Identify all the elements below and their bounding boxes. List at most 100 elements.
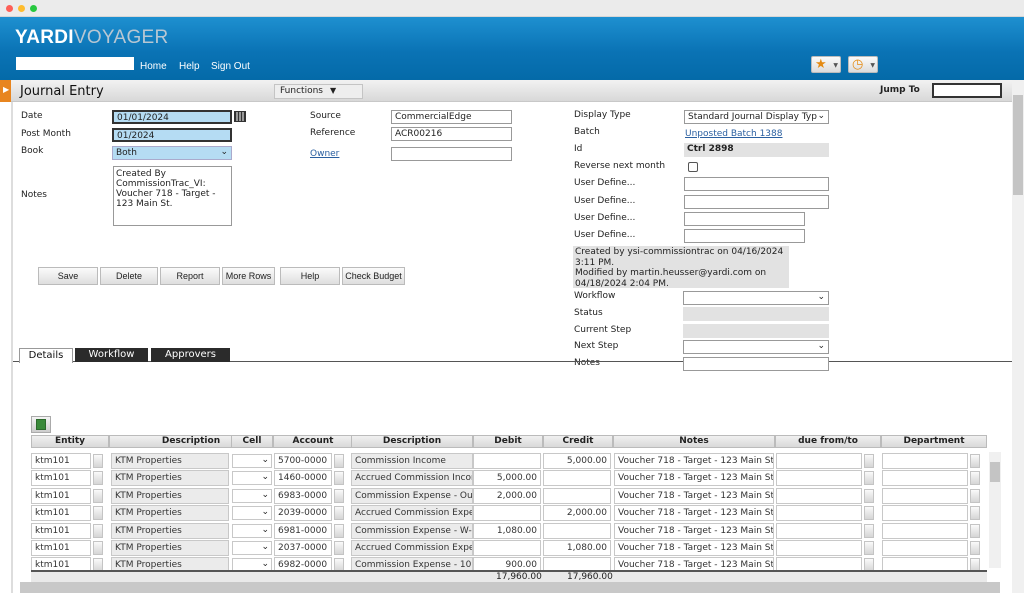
user-define-1-input[interactable] — [684, 177, 829, 191]
notes-input[interactable]: Voucher 718 - Target - 123 Main St. — [614, 522, 774, 539]
column-header[interactable]: Notes — [613, 435, 775, 448]
entity-input[interactable]: ktm101 — [31, 505, 91, 522]
page-scrollbar-thumb[interactable] — [1013, 95, 1023, 195]
credit-input[interactable] — [543, 470, 611, 487]
due-from-to-lookup-button[interactable] — [864, 454, 874, 468]
column-header[interactable]: Department — [881, 435, 987, 448]
cell-select[interactable]: ⌄ — [232, 541, 272, 555]
account-input[interactable]: 2037-0000 — [274, 540, 332, 556]
delete-button[interactable]: Delete — [100, 267, 158, 285]
cell-select[interactable]: ⌄ — [232, 471, 272, 486]
department-input[interactable] — [882, 453, 968, 469]
credit-input[interactable] — [543, 522, 611, 539]
owner-link[interactable]: Owner — [310, 149, 339, 159]
account-lookup-button[interactable] — [334, 523, 344, 538]
credit-input[interactable]: 5,000.00 — [543, 453, 611, 469]
nav-home-link[interactable]: Home — [140, 61, 167, 72]
notes-input[interactable]: Voucher 718 - Target - 123 Main St. — [614, 453, 774, 469]
entity-lookup-button[interactable] — [93, 541, 103, 555]
tab-details[interactable]: Details — [19, 348, 73, 363]
nav-help-link[interactable]: Help — [179, 61, 200, 72]
debit-input[interactable] — [473, 540, 541, 556]
entity-lookup-button[interactable] — [93, 454, 103, 468]
grid-scrollbar-thumb[interactable] — [990, 462, 1000, 482]
department-input[interactable] — [882, 540, 968, 556]
column-header[interactable]: Credit — [543, 435, 613, 448]
department-input[interactable] — [882, 505, 968, 522]
entity-input[interactable]: ktm101 — [31, 470, 91, 487]
due-from-to-lookup-button[interactable] — [864, 523, 874, 538]
due-from-to-input[interactable] — [776, 505, 862, 522]
sidebar-toggle[interactable]: ▶ — [0, 80, 11, 102]
entity-input[interactable]: ktm101 — [31, 540, 91, 556]
display-type-select[interactable]: Standard Journal Display Typ ⌄ — [684, 110, 829, 124]
workflow-notes-input[interactable] — [683, 357, 829, 371]
due-from-to-lookup-button[interactable] — [864, 506, 874, 521]
due-from-to-lookup-button[interactable] — [864, 488, 874, 503]
jump-to-input[interactable] — [932, 83, 1002, 98]
debit-input[interactable] — [473, 453, 541, 469]
workflow-select[interactable]: ⌄ — [683, 291, 829, 305]
entity-lookup-button[interactable] — [93, 471, 103, 486]
account-lookup-button[interactable] — [334, 471, 344, 486]
department-lookup-button[interactable] — [970, 471, 980, 486]
owner-input[interactable] — [391, 147, 512, 161]
notes-textarea[interactable]: Created By CommissionTrac_VI: Voucher 71… — [113, 166, 232, 226]
entity-input[interactable]: ktm101 — [31, 522, 91, 539]
debit-input[interactable]: 1,080.00 — [473, 522, 541, 539]
account-lookup-button[interactable] — [334, 506, 344, 521]
department-lookup-button[interactable] — [970, 523, 980, 538]
close-window-button[interactable] — [6, 5, 13, 12]
yardi-voyager-logo[interactable]: YARDIVOYAGER — [15, 27, 169, 49]
notes-input[interactable]: Voucher 718 - Target - 123 Main St. — [614, 470, 774, 487]
notes-input[interactable]: Voucher 718 - Target - 123 Main St. — [614, 540, 774, 556]
book-select[interactable]: Both ⌄ — [112, 146, 232, 160]
cell-select[interactable]: ⌄ — [232, 506, 272, 521]
grid-horizontal-scrollbar[interactable] — [20, 582, 1000, 593]
account-input[interactable]: 2039-0000 — [274, 505, 332, 522]
account-input[interactable]: 1460-0000 — [274, 470, 332, 487]
entity-input[interactable]: ktm101 — [31, 487, 91, 504]
more-rows-button[interactable]: More Rows — [222, 267, 275, 285]
column-header[interactable]: Debit — [473, 435, 543, 448]
favorites-button[interactable]: ★ ▼ — [811, 56, 841, 73]
tab-approvers[interactable]: Approvers — [151, 348, 230, 362]
tab-workflow[interactable]: Workflow — [75, 348, 148, 362]
excel-export-button[interactable] — [31, 416, 51, 433]
due-from-to-input[interactable] — [776, 487, 862, 504]
debit-input[interactable]: 2,000.00 — [473, 487, 541, 504]
account-input[interactable]: 6983-0000 — [274, 487, 332, 504]
department-input[interactable] — [882, 470, 968, 487]
column-header[interactable]: Entity — [31, 435, 109, 448]
due-from-to-input[interactable] — [776, 540, 862, 556]
cell-select[interactable]: ⌄ — [232, 488, 272, 503]
account-lookup-button[interactable] — [334, 541, 344, 555]
due-from-to-lookup-button[interactable] — [864, 541, 874, 555]
calendar-icon[interactable] — [234, 111, 246, 122]
column-header[interactable]: Cell — [231, 435, 273, 448]
department-lookup-button[interactable] — [970, 488, 980, 503]
cell-select[interactable]: ⌄ — [232, 523, 272, 538]
credit-input[interactable]: 1,080.00 — [543, 540, 611, 556]
department-lookup-button[interactable] — [970, 454, 980, 468]
reference-input[interactable]: ACR00216 — [391, 127, 512, 141]
debit-input[interactable]: 5,000.00 — [473, 470, 541, 487]
due-from-to-input[interactable] — [776, 453, 862, 469]
next-step-select[interactable]: ⌄ — [683, 340, 829, 354]
account-input[interactable]: 6981-0000 — [274, 522, 332, 539]
due-from-to-lookup-button[interactable] — [864, 471, 874, 486]
minimize-window-button[interactable] — [18, 5, 25, 12]
help-button[interactable]: Help — [280, 267, 340, 285]
due-from-to-input[interactable] — [776, 470, 862, 487]
cell-select[interactable]: ⌄ — [232, 454, 272, 468]
debit-input[interactable] — [473, 505, 541, 522]
entity-lookup-button[interactable] — [93, 488, 103, 503]
credit-input[interactable] — [543, 487, 611, 504]
department-input[interactable] — [882, 522, 968, 539]
column-header[interactable]: Account — [273, 435, 353, 448]
notes-input[interactable]: Voucher 718 - Target - 123 Main St. — [614, 487, 774, 504]
due-from-to-input[interactable] — [776, 522, 862, 539]
save-button[interactable]: Save — [38, 267, 98, 285]
user-define-4-input[interactable] — [684, 229, 805, 243]
department-lookup-button[interactable] — [970, 506, 980, 521]
